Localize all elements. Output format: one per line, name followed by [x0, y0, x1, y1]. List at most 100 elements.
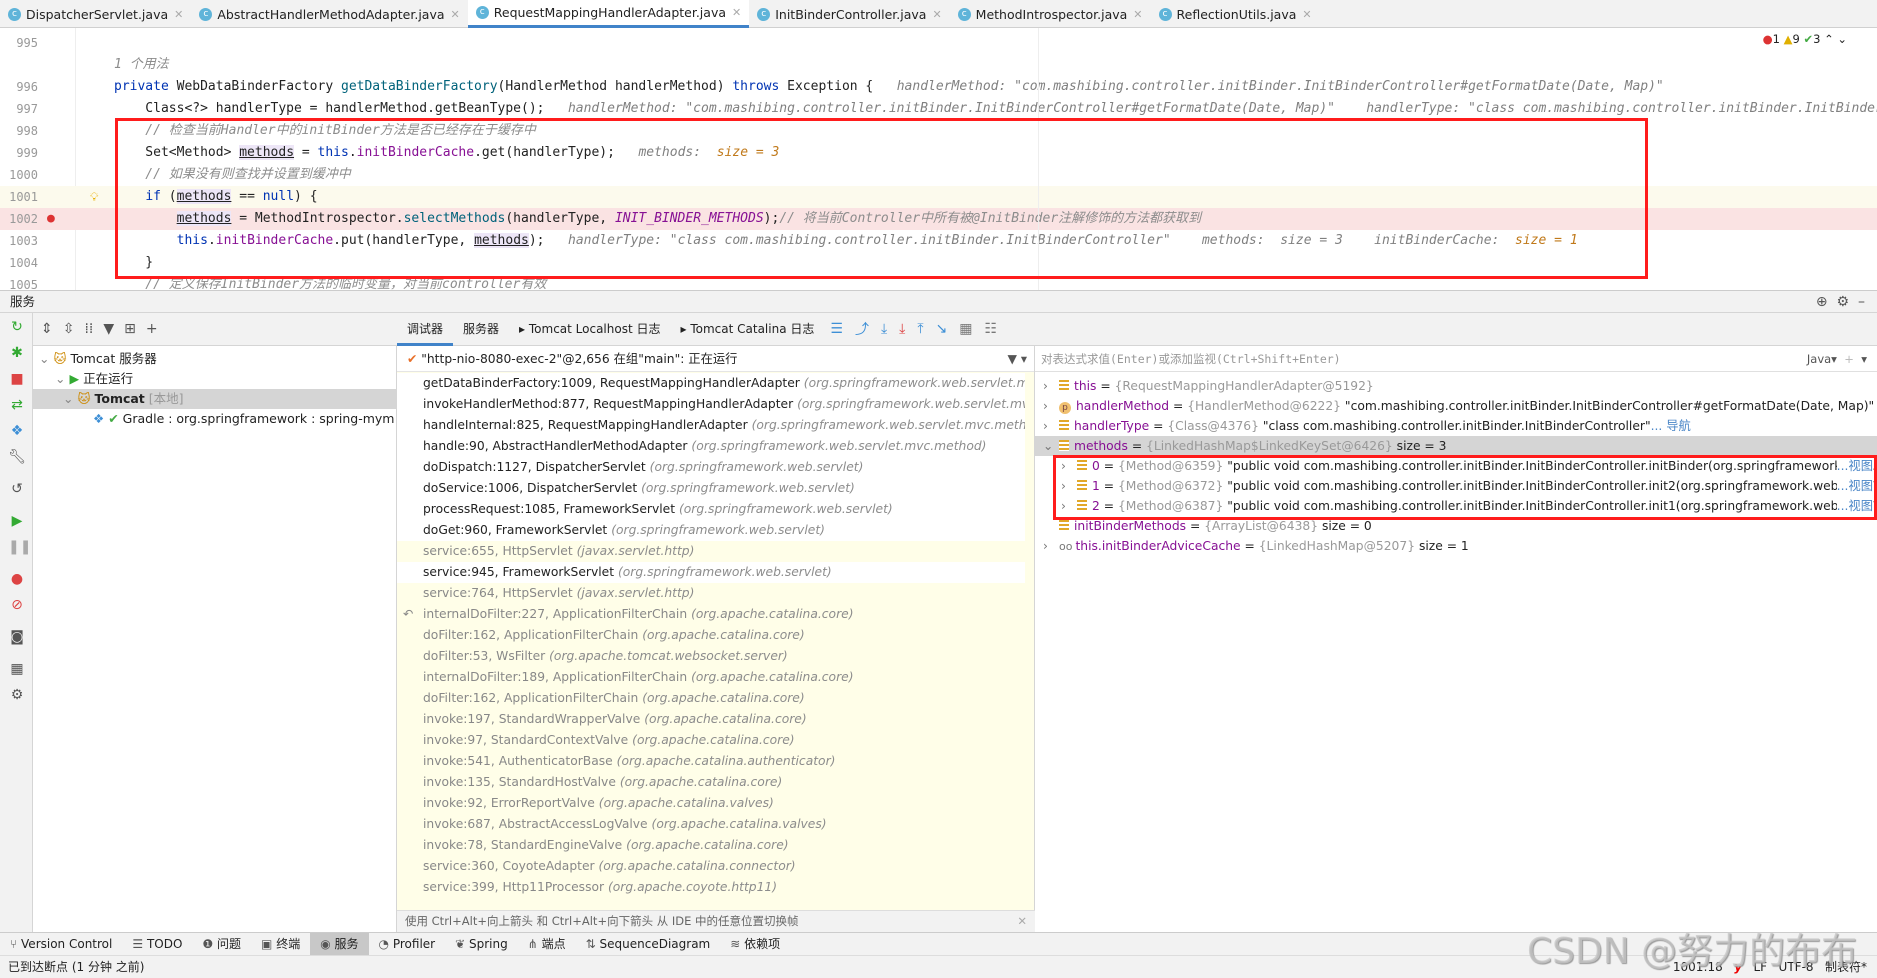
- language-select[interactable]: Java: [1807, 352, 1831, 366]
- stack-frame[interactable]: invoke:92, ErrorReportValve (org.apache.…: [397, 793, 1025, 814]
- tree-item-artifact[interactable]: ❖ ✔ Gradle : org.springframework : sprin…: [93, 409, 394, 429]
- tool-window-button[interactable]: ◉ 服务: [310, 932, 369, 956]
- stack-frame[interactable]: doFilter:53, WsFilter (org.apache.tomcat…: [397, 646, 1025, 667]
- settings-icon[interactable]: ⚙: [1837, 294, 1850, 310]
- stack-frame[interactable]: service:945, FrameworkServlet (org.sprin…: [397, 562, 1025, 583]
- minimize-icon[interactable]: –: [1858, 294, 1865, 310]
- status-message[interactable]: 已到达断点 (1 分钟 之前): [0, 960, 144, 974]
- evaluate-icon[interactable]: ▦: [953, 321, 978, 337]
- tree-item-running[interactable]: ⌄ ▶ 正在运行: [55, 369, 133, 389]
- stack-frame[interactable]: doGet:960, FrameworkServlet (org.springf…: [397, 520, 1025, 541]
- step-out-icon[interactable]: ⤒: [911, 321, 929, 337]
- inspection-widget[interactable]: ●1 ▲9 ✔3 ⌃ ⌄: [1763, 32, 1847, 46]
- breakpoint-icon[interactable]: ●: [47, 208, 55, 230]
- close-tab-icon[interactable]: ✕: [1133, 8, 1142, 21]
- filter-icon[interactable]: ▼: [103, 321, 114, 337]
- next-highlight-icon[interactable]: ⌄: [1837, 32, 1847, 46]
- camera-icon[interactable]: ◙: [8, 629, 26, 645]
- stack-frame[interactable]: service:764, HttpServlet (javax.servlet.…: [397, 583, 1025, 604]
- tool-window-button[interactable]: ❶ 问题: [192, 933, 251, 956]
- stack-frame[interactable]: invoke:78, StandardEngineValve (org.apac…: [397, 835, 1025, 856]
- step-over-icon[interactable]: ⤓: [875, 321, 893, 337]
- variable-row[interactable]: › handlerType = {Class@4376} "class com.m…: [1035, 416, 1877, 436]
- expand-icon[interactable]: ›: [1043, 396, 1059, 416]
- tool-window-button[interactable]: ☰ TODO: [122, 933, 192, 956]
- stack-frame[interactable]: service:399, Http11Processor (org.apache…: [397, 877, 1025, 898]
- stack-frame[interactable]: ↶ internalDoFilter:227, ApplicationFilter…: [397, 604, 1025, 625]
- expand-icon[interactable]: ›: [1043, 536, 1059, 556]
- stop-icon[interactable]: ■: [8, 371, 26, 387]
- stack-frame[interactable]: getDataBinderFactory:1009, RequestMappin…: [397, 373, 1025, 394]
- wrench-icon[interactable]: 🔧︎: [8, 449, 26, 465]
- variable-row[interactable]: › oo this.initBinderAdviceCache = {LinkedH…: [1035, 536, 1877, 556]
- close-tab-icon[interactable]: ✕: [1302, 8, 1311, 21]
- variable-row[interactable]: › p handlerMethod = {HandlerMethod@6222} "…: [1035, 396, 1877, 416]
- view-breakpoints-icon[interactable]: ●: [8, 571, 26, 587]
- collapse-all-icon[interactable]: ⇳: [63, 321, 75, 337]
- add-watch-icon[interactable]: +: [1844, 352, 1854, 366]
- rerun-icon[interactable]: ↻: [8, 319, 26, 335]
- close-tab-icon[interactable]: ✕: [174, 8, 183, 21]
- tree-item-tomcat[interactable]: ⌄ 🐱︎ Tomcat [本地]: [33, 389, 397, 409]
- tool-window-button[interactable]: ◔ Profiler: [369, 933, 446, 956]
- new-tab-icon[interactable]: ⊞: [124, 321, 136, 337]
- stack-frame[interactable]: handleInternal:825, RequestMappingHandle…: [397, 415, 1025, 436]
- stack-frame[interactable]: handle:90, AbstractHandlerMethodAdapter …: [397, 436, 1025, 457]
- layout-icon[interactable]: ▦: [8, 661, 26, 677]
- expand-icon[interactable]: ›: [1043, 416, 1059, 436]
- tool-window-button[interactable]: ⑂ Version Control: [0, 933, 122, 956]
- editor-tab[interactable]: c AbstractHandlerMethodAdapter.java ✕: [191, 0, 467, 28]
- tool-window-button[interactable]: ❦ Spring: [445, 933, 518, 956]
- tree-item-tomcat-servers[interactable]: ⌄ 🐱︎ Tomcat 服务器: [39, 349, 157, 369]
- stack-frame[interactable]: internalDoFilter:189, ApplicationFilterC…: [397, 667, 1025, 688]
- stack-frame[interactable]: service:360, CoyoteAdapter (org.apache.c…: [397, 856, 1025, 877]
- filter-icon[interactable]: ▼ ▾: [1007, 346, 1027, 372]
- editor-tab[interactable]: c MethodIntrospector.java ✕: [950, 0, 1151, 28]
- stack-frame[interactable]: processRequest:1085, FrameworkServlet (o…: [397, 499, 1025, 520]
- stack-frame[interactable]: invoke:197, StandardWrapperValve (org.ap…: [397, 709, 1025, 730]
- stack-frame[interactable]: invoke:97, StandardContextValve (org.apa…: [397, 730, 1025, 751]
- editor-tab[interactable]: c InitBinderController.java ✕: [749, 0, 949, 28]
- settings-icon[interactable]: ⚙: [8, 687, 26, 703]
- stack-frame[interactable]: invokeHandlerMethod:877, RequestMappingH…: [397, 394, 1025, 415]
- mute-breakpoints-icon[interactable]: ⊘: [8, 597, 26, 613]
- thread-selector[interactable]: ✔ "http-nio-8080-exec-2"@2,656 在组"main":…: [397, 346, 1034, 372]
- prev-highlight-icon[interactable]: ⌃: [1824, 32, 1834, 46]
- variable-link[interactable]: ... 导航: [1651, 419, 1691, 433]
- dropdown-icon[interactable]: ▾: [1861, 352, 1867, 366]
- close-tab-icon[interactable]: ✕: [932, 8, 941, 21]
- stack-frame[interactable]: doService:1006, DispatcherServlet (org.s…: [397, 478, 1025, 499]
- stack-frame[interactable]: doDispatch:1127, DispatcherServlet (org.…: [397, 457, 1025, 478]
- close-tab-icon[interactable]: ✕: [451, 8, 460, 21]
- expand-icon[interactable]: ⌄: [1043, 436, 1059, 456]
- tool-window-button[interactable]: ⋔ 端点: [518, 933, 576, 956]
- artifacts-icon[interactable]: ❖: [8, 423, 26, 439]
- tool-window-button[interactable]: ≋ 依赖项: [720, 933, 790, 956]
- stack-frame[interactable]: doFilter:162, ApplicationFilterChain (or…: [397, 625, 1025, 646]
- target-icon[interactable]: ⊕: [1816, 294, 1828, 310]
- variable-row[interactable]: › this = {RequestMappingHandlerAdapter@51…: [1035, 376, 1877, 396]
- stack-frame[interactable]: service:655, HttpServlet (javax.servlet.…: [397, 541, 1025, 562]
- stack-frame[interactable]: invoke:687, AbstractAccessLogValve (org.…: [397, 814, 1025, 835]
- pause-icon[interactable]: ❚❚: [8, 539, 31, 555]
- intention-bulb-icon[interactable]: 💡︎: [90, 186, 98, 208]
- refresh-icon[interactable]: ↺: [8, 481, 26, 497]
- evaluate-expression-input[interactable]: 对表达式求值(Enter)或添加监视(Ctrl+Shift+Enter) Java…: [1035, 346, 1877, 372]
- expand-all-icon[interactable]: ⇕: [41, 321, 53, 337]
- stack-frame[interactable]: invoke:541, AuthenticatorBase (org.apach…: [397, 751, 1025, 772]
- editor-tab[interactable]: c RequestMappingHandlerAdapter.java ✕: [467, 0, 750, 28]
- deploy-icon[interactable]: ⇄: [8, 397, 26, 413]
- expand-icon[interactable]: ›: [1043, 376, 1059, 396]
- debug-tab[interactable]: ▸ Tomcat Catalina 日志: [671, 313, 825, 346]
- resume-icon[interactable]: ▶: [8, 513, 26, 529]
- debug-tab[interactable]: 调试器: [397, 313, 454, 346]
- tool-window-button[interactable]: ▣ 终端: [251, 933, 310, 956]
- variable-row[interactable]: ⌄ methods = {LinkedHashMap$LinkedKeySet@6…: [1035, 436, 1877, 456]
- show-execution-point-icon[interactable]: ⤴: [849, 319, 875, 339]
- stack-frame[interactable]: doFilter:162, ApplicationFilterChain (or…: [397, 688, 1025, 709]
- group-icon[interactable]: ⁞⁞: [84, 321, 93, 337]
- debug-bug-icon[interactable]: ✱: [8, 345, 26, 361]
- close-tab-icon[interactable]: ✕: [732, 6, 741, 19]
- tool-window-button[interactable]: ⇅ SequenceDiagram: [576, 933, 721, 956]
- editor-tab[interactable]: c DispatcherServlet.java ✕: [0, 0, 191, 28]
